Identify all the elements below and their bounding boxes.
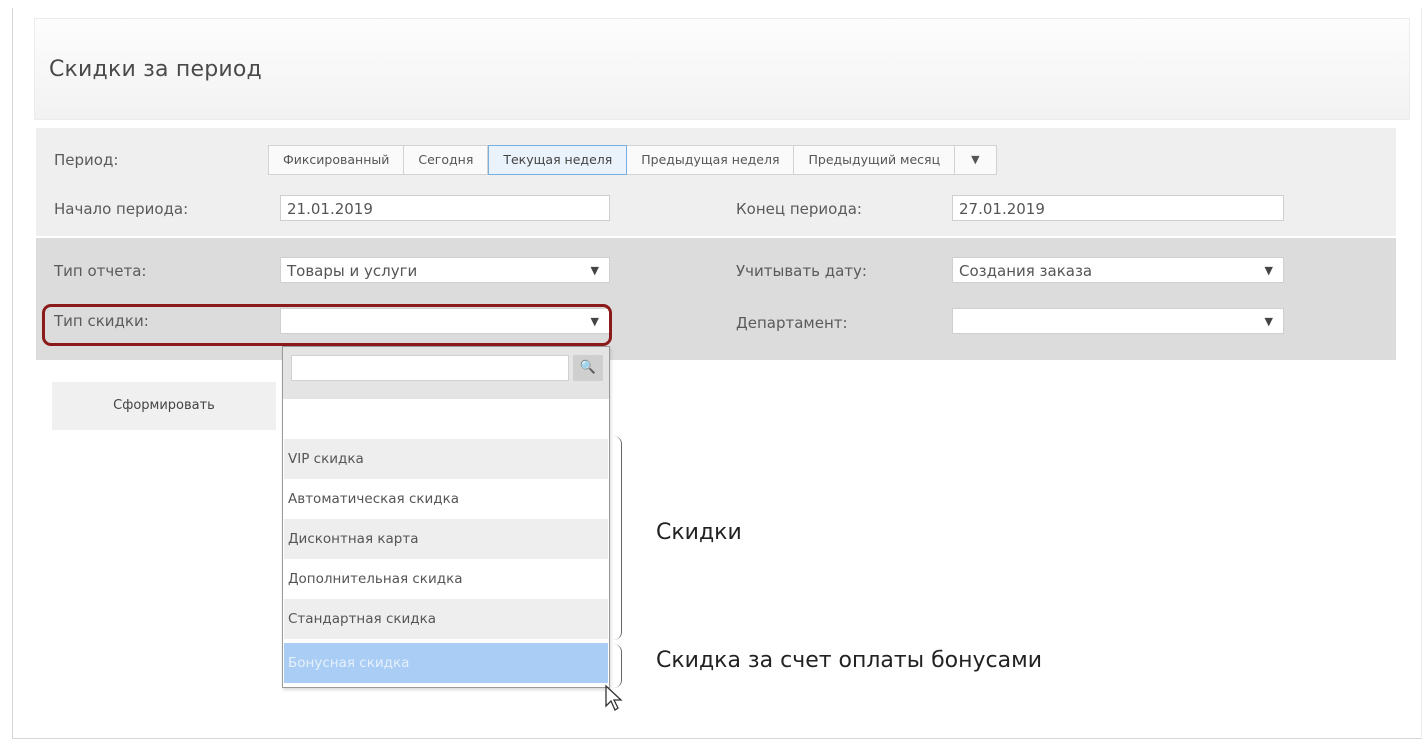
option-discount-card[interactable]: Дисконтная карта <box>284 519 608 559</box>
caret-down-icon: ▼ <box>971 153 980 166</box>
search-icon[interactable]: 🔍 <box>573 355 603 381</box>
discounts-bracket <box>612 436 622 640</box>
chevron-down-icon: ▼ <box>1264 315 1273 328</box>
period-tabs: Фиксированный Сегодня Текущая неделя Пре… <box>268 145 997 175</box>
discount-type-dropdown: 🔍 VIP скидка Автоматическая скидка Диско… <box>282 346 610 688</box>
discounts-annotation: Скидки <box>656 520 742 545</box>
title-bar: Скидки за период <box>34 18 1410 120</box>
option-automatic[interactable]: Автоматическая скидка <box>284 479 608 519</box>
end-date-input[interactable]: 27.01.2019 <box>952 195 1284 221</box>
tab-today[interactable]: Сегодня <box>404 145 489 175</box>
bonus-annotation: Скидка за счет оплаты бонусами <box>656 648 1042 673</box>
count-date-value: Создания заказа <box>959 262 1093 280</box>
mouse-cursor-icon <box>605 684 623 711</box>
page-title: Скидки за период <box>49 57 262 82</box>
chevron-down-icon: ▼ <box>1264 264 1273 277</box>
tab-fixed[interactable]: Фиксированный <box>268 145 405 175</box>
department-label: Департамент: <box>736 314 848 332</box>
option-vip[interactable]: VIP скидка <box>284 439 608 479</box>
dropdown-search-input[interactable] <box>291 355 569 381</box>
bonus-bracket <box>612 644 622 688</box>
build-report-button[interactable]: Сформировать <box>52 382 276 430</box>
tab-current-week[interactable]: Текущая неделя <box>488 145 628 175</box>
count-date-label: Учитывать дату: <box>736 262 867 280</box>
tab-more-button[interactable]: ▼ <box>955 145 997 175</box>
discount-type-highlight <box>42 304 612 346</box>
period-label: Период: <box>54 151 119 169</box>
chevron-down-icon: ▼ <box>590 264 599 277</box>
report-type-select[interactable]: Товары и услуги ▼ <box>280 257 610 283</box>
department-select[interactable]: ▼ <box>952 308 1284 334</box>
end-label: Конец периода: <box>736 200 862 218</box>
report-type-label: Тип отчета: <box>54 262 147 280</box>
count-date-select[interactable]: Создания заказа ▼ <box>952 257 1284 283</box>
report-type-value: Товары и услуги <box>287 262 418 280</box>
tab-previous-month[interactable]: Предыдущий месяц <box>794 145 956 175</box>
option-additional[interactable]: Дополнительная скидка <box>284 559 608 599</box>
option-standard[interactable]: Стандартная скидка <box>284 599 608 639</box>
tab-previous-week[interactable]: Предыдущая неделя <box>627 145 795 175</box>
start-date-input[interactable]: 21.01.2019 <box>280 195 610 221</box>
option-bonus[interactable]: Бонусная скидка <box>284 643 608 683</box>
dropdown-search-bar: 🔍 <box>283 347 609 399</box>
start-label: Начало периода: <box>54 200 189 218</box>
